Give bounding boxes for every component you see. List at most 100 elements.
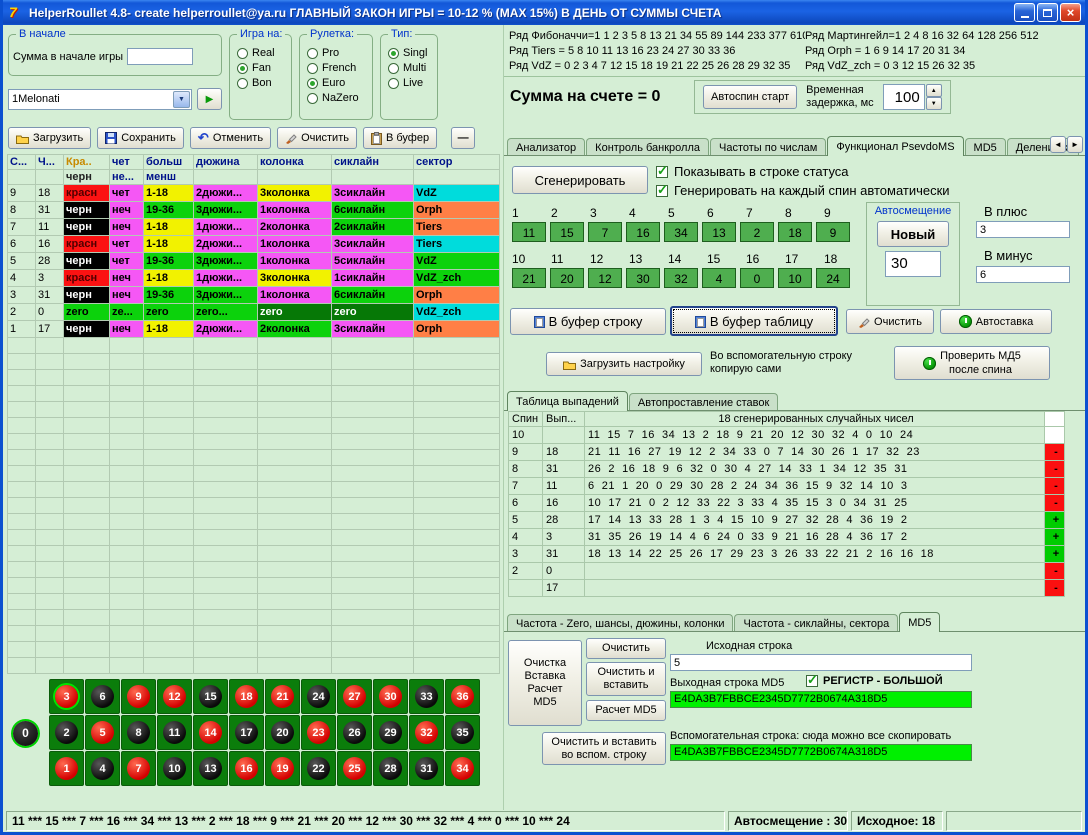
- pseudo-clear-button[interactable]: Очистить: [846, 309, 934, 334]
- history-header[interactable]: сиклайн: [332, 155, 414, 170]
- history-row[interactable]: 20zeroze...zerozero...zerozeroVdZ_zch: [8, 304, 500, 321]
- history-subheader[interactable]: [332, 170, 414, 185]
- history-subheader[interactable]: [258, 170, 332, 185]
- history-header[interactable]: Кра..: [64, 155, 110, 170]
- game-option-fan[interactable]: Fan: [230, 59, 291, 74]
- history-header[interactable]: больш: [144, 155, 194, 170]
- freq-tab-1[interactable]: Частота - сиклайны, сектора: [734, 614, 898, 631]
- freq-tab-2[interactable]: MD5: [899, 612, 940, 632]
- close-button[interactable]: ×: [1060, 3, 1081, 22]
- game-option-bon[interactable]: Bon: [230, 74, 291, 89]
- history-header[interactable]: колонка: [258, 155, 332, 170]
- type-option-singl[interactable]: Singl: [381, 44, 437, 59]
- md5-big-button[interactable]: Очистка Вставка Расчет MD5: [508, 640, 582, 726]
- spins-row[interactable]: 4331 35 26 19 14 4 6 24 0 33 9 21 16 28 …: [509, 529, 1065, 546]
- load-button[interactable]: Загрузить: [8, 127, 91, 149]
- spins-row[interactable]: 7116 21 1 20 0 29 30 28 2 24 34 36 15 9 …: [509, 478, 1065, 495]
- new-shift-button[interactable]: Новый: [877, 221, 949, 247]
- wheel-number-27[interactable]: 27: [337, 679, 372, 714]
- chevron-down-icon[interactable]: ▼: [173, 91, 190, 108]
- wheel-number-2[interactable]: 2: [49, 715, 84, 750]
- history-subheader[interactable]: менш: [144, 170, 194, 185]
- wheel-number-26[interactable]: 26: [337, 715, 372, 750]
- delay-spinner[interactable]: 100 ▲ ▼: [883, 84, 942, 110]
- wheel-number-15[interactable]: 15: [193, 679, 228, 714]
- wheel-number-29[interactable]: 29: [373, 715, 408, 750]
- wheel-number-23[interactable]: 23: [301, 715, 336, 750]
- history-header[interactable]: чет: [110, 155, 144, 170]
- autogenerate-checkbox[interactable]: Генерировать на каждый спин автоматическ…: [656, 183, 950, 198]
- spinner-up-button[interactable]: ▲: [926, 84, 942, 97]
- spins-row[interactable]: 83126 2 16 18 9 6 32 0 30 4 27 14 33 1 3…: [509, 461, 1065, 478]
- wheel-number-7[interactable]: 7: [121, 751, 156, 786]
- history-subheader[interactable]: [414, 170, 500, 185]
- md5-register-checkbox[interactable]: РЕГИСТР - БОЛЬШОЙ: [806, 675, 943, 687]
- main-tab-1[interactable]: Контроль банкролла: [586, 138, 709, 155]
- wheel-number-11[interactable]: 11: [157, 715, 192, 750]
- roulette-option-pro[interactable]: Pro: [300, 44, 372, 59]
- main-tab-4[interactable]: MD5: [965, 138, 1006, 155]
- preset-combobox[interactable]: 1Melonati ▼: [8, 89, 192, 110]
- history-header[interactable]: С...: [8, 155, 36, 170]
- check-md5-button[interactable]: Проверить МД5 после спина: [894, 346, 1050, 380]
- history-subheader[interactable]: [36, 170, 64, 185]
- history-row[interactable]: 117черннеч1-182дюжи...2колонка3сиклайнOr…: [8, 321, 500, 338]
- wheel-number-24[interactable]: 24: [301, 679, 336, 714]
- spins-col-numbers[interactable]: 18 сгенерированных случайных чисел: [585, 412, 1045, 427]
- wheel-number-19[interactable]: 19: [265, 751, 300, 786]
- wheel-number-21[interactable]: 21: [265, 679, 300, 714]
- roulette-option-french[interactable]: French: [300, 59, 372, 74]
- history-row[interactable]: 711черннеч1-181дюжи...2колонка2сиклайнTi…: [8, 219, 500, 236]
- history-row[interactable]: 528чернчет19-363дюжи...1колонка5сиклайнV…: [8, 253, 500, 270]
- tab-scroll-left-button[interactable]: ◄: [1050, 136, 1066, 153]
- wheel-number-35[interactable]: 35: [445, 715, 480, 750]
- wheel-number-22[interactable]: 22: [301, 751, 336, 786]
- wheel-number-8[interactable]: 8: [121, 715, 156, 750]
- wheel-number-3[interactable]: 3: [49, 679, 84, 714]
- spins-col-result[interactable]: Вып...: [543, 412, 585, 427]
- generate-button[interactable]: Сгенерировать: [512, 166, 648, 194]
- wheel-number-9[interactable]: 9: [121, 679, 156, 714]
- md5-clear-button[interactable]: Очистить: [586, 638, 666, 659]
- wheel-number-14[interactable]: 14: [193, 715, 228, 750]
- wheel-number-18[interactable]: 18: [229, 679, 264, 714]
- wheel-number-1[interactable]: 1: [49, 751, 84, 786]
- minus-input[interactable]: [976, 266, 1070, 283]
- history-header[interactable]: Ч...: [36, 155, 64, 170]
- history-header[interactable]: сектор: [414, 155, 500, 170]
- wheel-number-13[interactable]: 13: [193, 751, 228, 786]
- autospin-start-button[interactable]: Автоспин старт: [703, 85, 797, 109]
- roulette-option-nazero[interactable]: NaZero: [300, 89, 372, 104]
- wheel-number-25[interactable]: 25: [337, 751, 372, 786]
- wheel-number-12[interactable]: 12: [157, 679, 192, 714]
- wheel-number-16[interactable]: 16: [229, 751, 264, 786]
- show-status-checkbox[interactable]: Показывать в строке статуса: [656, 164, 849, 179]
- spins-row[interactable]: 17-: [509, 580, 1065, 597]
- history-subheader[interactable]: не...: [110, 170, 144, 185]
- spins-tab-0[interactable]: Таблица выпадений: [507, 391, 628, 411]
- spins-row[interactable]: 91821 11 16 27 19 12 2 34 33 0 7 14 30 2…: [509, 444, 1065, 461]
- undo-button[interactable]: ↶ Отменить: [190, 127, 271, 149]
- spinner-down-button[interactable]: ▼: [926, 97, 942, 110]
- wheel-number-36[interactable]: 36: [445, 679, 480, 714]
- spins-tab-1[interactable]: Автопроставление ставок: [629, 393, 778, 410]
- history-row[interactable]: 918краснчет1-182дюжи...3колонка3сиклайнV…: [8, 185, 500, 202]
- save-button[interactable]: Сохранить: [97, 127, 184, 149]
- spins-row[interactable]: 1011 15 7 16 34 13 2 18 9 21 20 12 30 32…: [509, 427, 1065, 444]
- wheel-number-32[interactable]: 32: [409, 715, 444, 750]
- collapse-button[interactable]: —: [451, 127, 475, 149]
- spins-row[interactable]: 33118 13 14 22 25 26 17 29 23 3 26 33 22…: [509, 546, 1065, 563]
- md5-clear-paste-aux-button[interactable]: Очистить и вставить во вспом. строку: [542, 732, 666, 765]
- wheel-number-17[interactable]: 17: [229, 715, 264, 750]
- autoshift-value[interactable]: 30: [885, 251, 941, 277]
- main-tab-3[interactable]: Функционал PsevdoMS: [827, 136, 963, 156]
- type-option-live[interactable]: Live: [381, 74, 437, 89]
- run-preset-button[interactable]: ▶: [197, 88, 222, 110]
- title-bar[interactable]: 7 HelperRoullet 4.8- create helperroulle…: [3, 0, 1085, 25]
- copy-table-button[interactable]: В буфер таблицу: [670, 306, 838, 336]
- wheel-number-6[interactable]: 6: [85, 679, 120, 714]
- wheel-number-10[interactable]: 10: [157, 751, 192, 786]
- history-row[interactable]: 831черннеч19-363дюжи...1колонка6сиклайнO…: [8, 202, 500, 219]
- type-option-multi[interactable]: Multi: [381, 59, 437, 74]
- spins-col-spin[interactable]: Спин: [509, 412, 543, 427]
